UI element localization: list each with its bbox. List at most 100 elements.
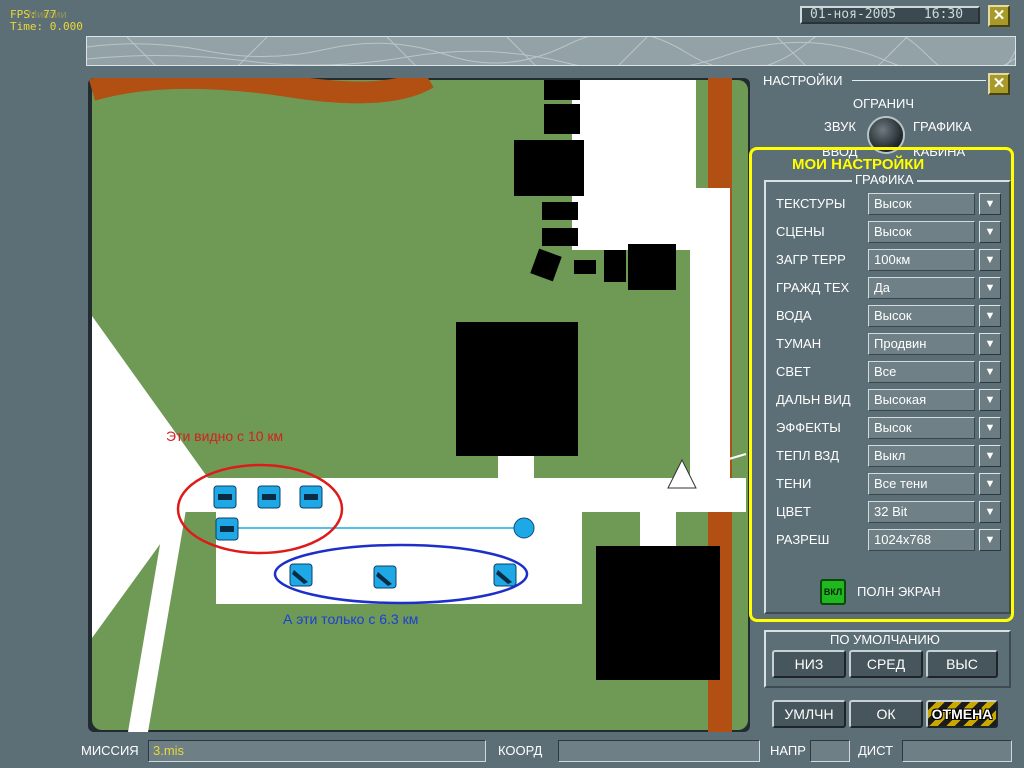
- ok-button[interactable]: ОК: [849, 700, 923, 728]
- setting-select[interactable]: Высок: [868, 221, 975, 243]
- dropdown-button[interactable]: ▼: [979, 193, 1001, 215]
- defaults-title: ПО УМОЛЧАНИЮ: [830, 632, 940, 647]
- date-time-display: 01-ноя-2005 16:30: [800, 6, 980, 24]
- setting-label: ЭФФЕКТЫ: [776, 420, 841, 435]
- knob-option-graphics[interactable]: ГРАФИКА: [913, 119, 972, 134]
- setting-label: ЗАГР ТЕРР: [776, 252, 846, 267]
- default-button[interactable]: УМЛЧН: [772, 700, 846, 728]
- setting-row: СВЕТ Все ▼: [776, 361, 1006, 383]
- setting-row: ВОДА Высок ▼: [776, 305, 1006, 327]
- close-settings-button[interactable]: ✕: [988, 73, 1010, 95]
- setting-select[interactable]: Все: [868, 361, 975, 383]
- dropdown-button[interactable]: ▼: [979, 277, 1001, 299]
- setting-label: ВОДА: [776, 308, 812, 323]
- knob-option-limit[interactable]: ОГРАНИЧ: [853, 96, 914, 111]
- dropdown-button[interactable]: ▼: [979, 361, 1001, 383]
- default-low-button[interactable]: НИЗ: [772, 650, 846, 678]
- map-canvas[interactable]: [88, 78, 750, 732]
- chevron-down-icon: ▼: [984, 534, 996, 546]
- setting-row: ЗАГР ТЕРР 100км ▼: [776, 249, 1006, 271]
- default-medium-button[interactable]: СРЕД: [849, 650, 923, 678]
- setting-label: ТУМАН: [776, 336, 822, 351]
- setting-label: ТЕПЛ ВЗД: [776, 448, 839, 463]
- my-settings-label: МОИ НАСТРОЙКИ: [792, 156, 925, 173]
- heading-field: [810, 740, 850, 762]
- date-text: 01-ноя-2005: [810, 7, 897, 22]
- coord-field: [558, 740, 760, 762]
- dropdown-button[interactable]: ▼: [979, 529, 1001, 551]
- chevron-down-icon: ▼: [984, 422, 996, 434]
- mission-field: 3.mis: [148, 740, 486, 762]
- heading-label: НАПР: [770, 743, 806, 758]
- runway-main: [148, 478, 746, 512]
- graphics-group-title: ГРАФИКА: [852, 172, 917, 187]
- setting-select[interactable]: Высок: [868, 193, 975, 215]
- top-map-strip: [86, 36, 1016, 66]
- setting-select[interactable]: Выкл: [868, 445, 975, 467]
- setting-select[interactable]: Да: [868, 277, 975, 299]
- dropdown-button[interactable]: ▼: [979, 305, 1001, 327]
- setting-row: ГРАЖД ТЕХ Да ▼: [776, 277, 1006, 299]
- setting-row: ТЕПЛ ВЗД Выкл ▼: [776, 445, 1006, 467]
- setting-row: ТЕНИ Все тени ▼: [776, 473, 1006, 495]
- annotation-blue: А эти только с 6.3 км: [283, 611, 419, 627]
- dropdown-button[interactable]: ▼: [979, 473, 1001, 495]
- setting-select[interactable]: 100км: [868, 249, 975, 271]
- annotation-red: Эти видно с 10 км: [166, 428, 284, 444]
- close-app-button[interactable]: ✕: [988, 5, 1010, 27]
- chevron-down-icon: ▼: [984, 366, 996, 378]
- setting-label: СЦЕНЫ: [776, 224, 825, 239]
- setting-label: ГРАЖД ТЕХ: [776, 280, 850, 295]
- hangar-large: [456, 322, 578, 456]
- setting-select[interactable]: Все тени: [868, 473, 975, 495]
- setting-row: ТУМАН Продвин ▼: [776, 333, 1006, 355]
- setting-row: СЦЕНЫ Высок ▼: [776, 221, 1006, 243]
- dropdown-button[interactable]: ▼: [979, 417, 1001, 439]
- setting-row: ДАЛЬН ВИД Высокая ▼: [776, 389, 1006, 411]
- close-icon: ✕: [992, 7, 1006, 24]
- map-view[interactable]: [88, 78, 750, 732]
- setting-row: ЭФФЕКТЫ Высок ▼: [776, 417, 1006, 439]
- taxi-connector-2: [640, 512, 676, 546]
- close-icon: ✕: [992, 75, 1006, 92]
- ghost-text: Миссии: [28, 9, 67, 21]
- map-texture: [87, 37, 1015, 65]
- setting-label: ТЕКСТУРЫ: [776, 196, 846, 211]
- cancel-button[interactable]: ОТМЕНА: [926, 700, 998, 728]
- setting-select[interactable]: Высок: [868, 305, 975, 327]
- dropdown-button[interactable]: ▼: [979, 249, 1001, 271]
- setting-label: РАЗРЕШ: [776, 532, 830, 547]
- knob-option-sound[interactable]: ЗВУК: [824, 119, 856, 134]
- title-divider: [852, 80, 986, 81]
- setting-label: СВЕТ: [776, 364, 811, 379]
- hangar-area-ext: [574, 190, 730, 250]
- setting-select[interactable]: Высок: [868, 417, 975, 439]
- hangar-bottom: [596, 546, 720, 680]
- time-text: 16:30: [923, 7, 964, 22]
- coord-label: КООРД: [498, 743, 543, 758]
- chevron-down-icon: ▼: [984, 478, 996, 490]
- setting-select[interactable]: 32 Bit: [868, 501, 975, 523]
- dropdown-button[interactable]: ▼: [979, 333, 1001, 355]
- chevron-down-icon: ▼: [984, 338, 996, 350]
- dropdown-button[interactable]: ▼: [979, 389, 1001, 411]
- distance-field: [902, 740, 1012, 762]
- chevron-down-icon: ▼: [984, 282, 996, 294]
- chevron-down-icon: ▼: [984, 450, 996, 462]
- dropdown-button[interactable]: ▼: [979, 221, 1001, 243]
- dropdown-button[interactable]: ▼: [979, 501, 1001, 523]
- route-waypoint: [513, 517, 535, 539]
- time-label: Time: 0.000: [10, 20, 83, 33]
- setting-row: РАЗРЕШ 1024x768 ▼: [776, 529, 1006, 551]
- setting-select[interactable]: Продвин: [868, 333, 975, 355]
- fullscreen-label: ПОЛН ЭКРАН: [857, 584, 941, 599]
- distance-label: ДИСТ: [858, 743, 894, 758]
- setting-select[interactable]: 1024x768: [868, 529, 975, 551]
- chevron-down-icon: ▼: [984, 198, 996, 210]
- fullscreen-toggle[interactable]: ВКЛ: [820, 579, 846, 605]
- setting-select[interactable]: Высокая: [868, 389, 975, 411]
- default-high-button[interactable]: ВЫС: [926, 650, 998, 678]
- dropdown-button[interactable]: ▼: [979, 445, 1001, 467]
- setting-label: ДАЛЬН ВИД: [776, 392, 851, 407]
- setting-label: ЦВЕТ: [776, 504, 811, 519]
